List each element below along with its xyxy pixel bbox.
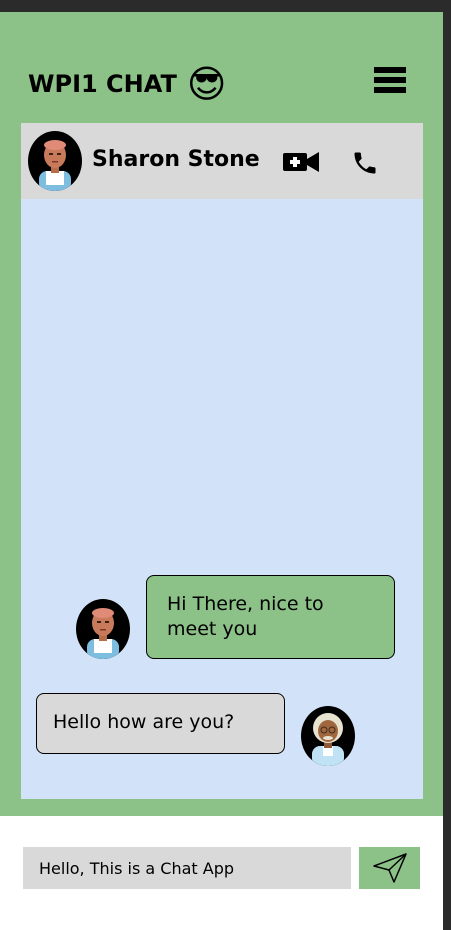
contact-name: Sharon Stone [92,147,260,172]
hamburger-menu-icon[interactable] [374,67,406,93]
sent-message-bubble: Hi There, nice to meet you [146,575,395,659]
avatar-sharon [76,599,130,659]
phone-icon[interactable] [349,149,381,177]
contact-avatar[interactable] [28,131,82,191]
received-message-bubble: Hello how are you? [36,693,285,754]
app-title: WPI1 CHAT [28,70,177,98]
message-input[interactable] [23,847,351,889]
video-call-icon[interactable] [283,151,319,173]
paper-plane-send-icon [372,853,407,883]
app-header: WPI1 CHAT 😎 [28,65,226,103]
avatar-elder [301,706,355,766]
chat-header: Sharon Stone [21,123,423,199]
chat-app: WPI1 CHAT 😎 Sharon Stone Hi There, nice … [0,12,443,930]
chat-panel: Sharon Stone Hi There, nice to meet you … [21,123,423,799]
send-button[interactable] [359,847,420,889]
sunglasses-emoji-icon: 😎 [186,62,227,106]
